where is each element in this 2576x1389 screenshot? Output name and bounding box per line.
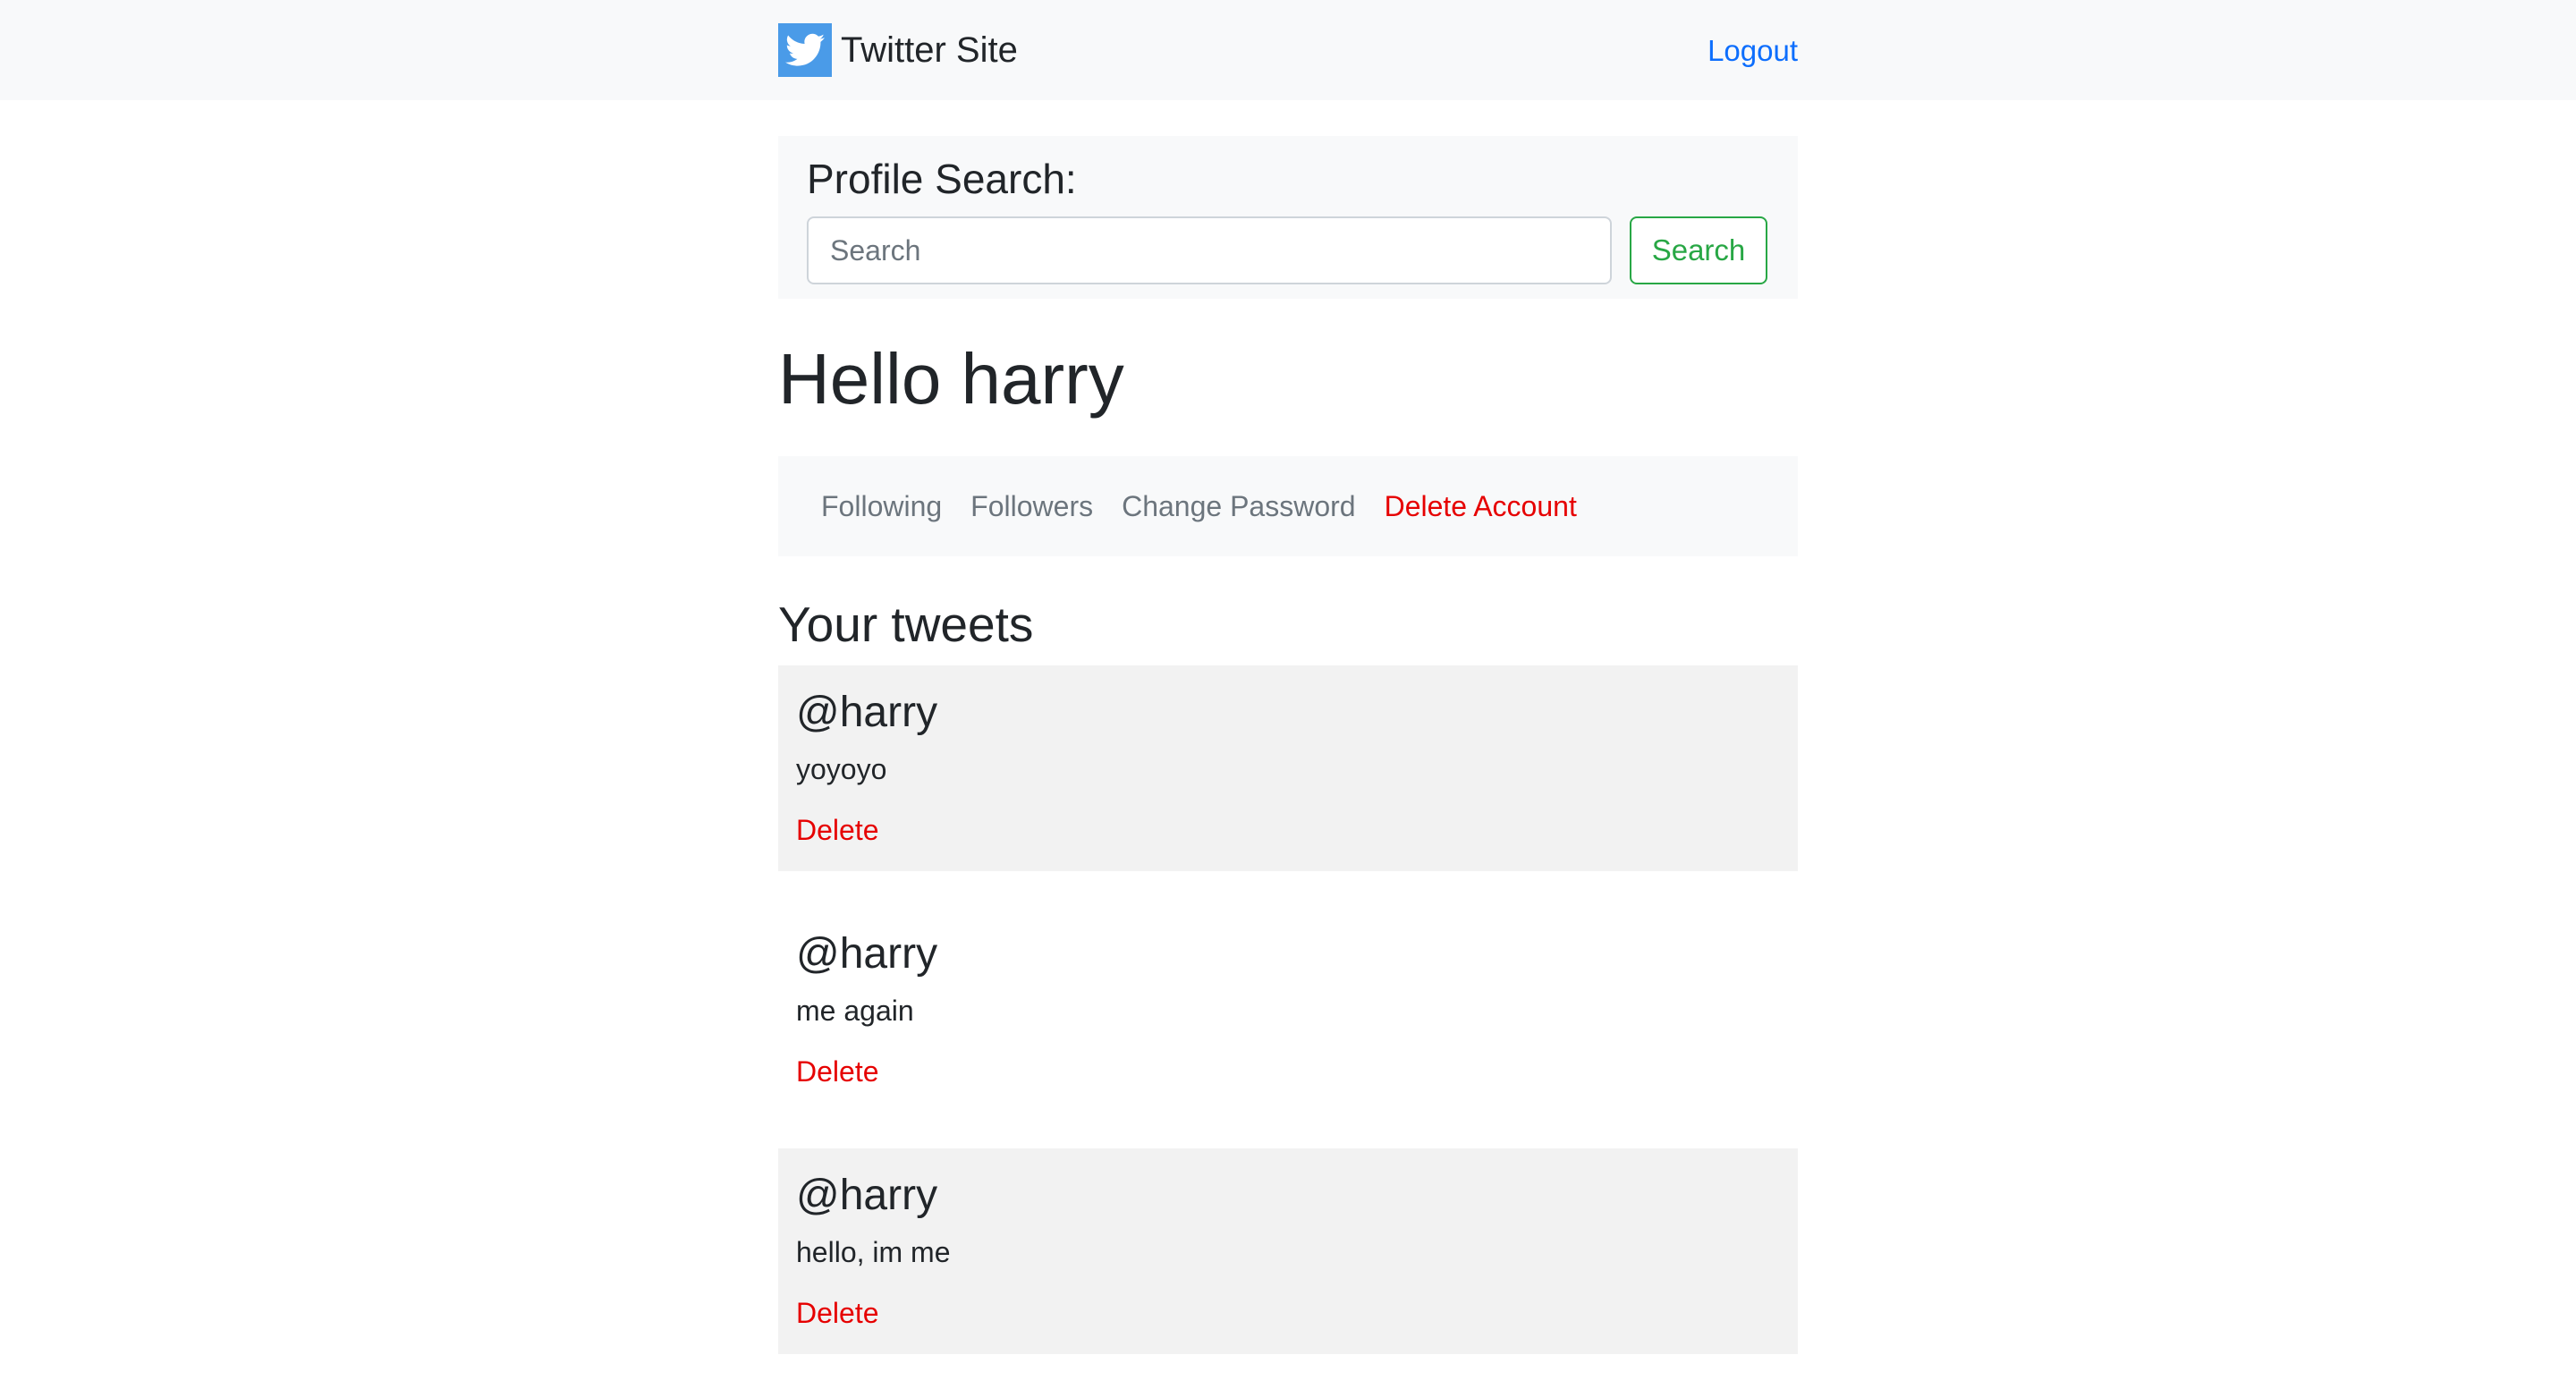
delete-tweet-link[interactable]: Delete (796, 1052, 879, 1091)
change-password-link[interactable]: Change Password (1122, 490, 1355, 523)
search-button[interactable]: Search (1630, 216, 1767, 284)
tweet-card: @harry me again Delete (778, 907, 1798, 1113)
tweet-text: me again (796, 995, 914, 1027)
tweet-text: yoyoyo (796, 753, 887, 785)
delete-tweet-link[interactable]: Delete (796, 810, 879, 850)
tweet-handle: @harry (796, 1172, 938, 1219)
top-navbar: Twitter Site Logout (0, 0, 2576, 100)
logout-link[interactable]: Logout (1707, 29, 1798, 73)
following-link[interactable]: Following (821, 490, 942, 523)
tweet-card: @harry yoyoyo Delete (778, 665, 1798, 871)
profile-search-panel: Profile Search: Search (778, 136, 1798, 299)
profile-search-title: Profile Search: (807, 156, 1077, 202)
tweet-handle: @harry (796, 689, 938, 736)
search-input[interactable] (807, 216, 1612, 284)
followers-link[interactable]: Followers (970, 490, 1093, 523)
tweets-section-title: Your tweets (778, 597, 1034, 652)
tweet-handle: @harry (796, 930, 938, 978)
brand-name: Twitter Site (841, 30, 1018, 70)
tweet-text: hello, im me (796, 1236, 951, 1268)
page-title: Hello harry (778, 339, 1124, 419)
tweet-card: @harry hello, im me Delete (778, 1148, 1798, 1354)
delete-tweet-link[interactable]: Delete (796, 1293, 879, 1333)
twitter-bird-icon (778, 23, 832, 77)
delete-account-link[interactable]: Delete Account (1385, 490, 1577, 523)
brand[interactable]: Twitter Site (778, 23, 1018, 77)
account-nav: Following Followers Change Password Dele… (778, 456, 1798, 556)
